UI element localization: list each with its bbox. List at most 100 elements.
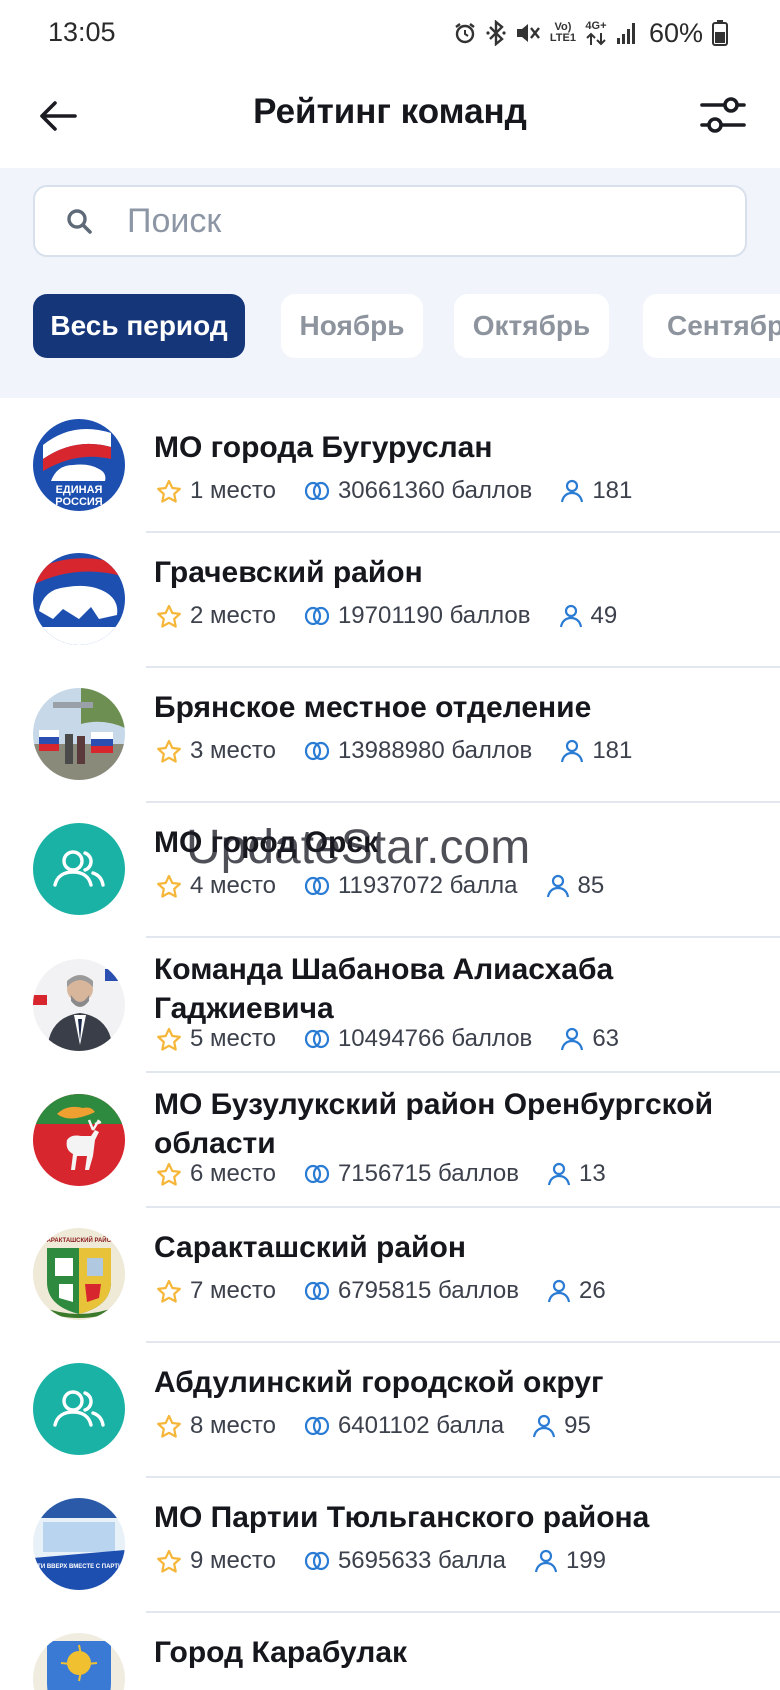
place-stat: 7 место — [156, 1277, 276, 1305]
app-bar: Рейтинг команд — [0, 68, 780, 168]
battery-percent: 60% — [648, 17, 703, 48]
person-icon — [534, 1549, 558, 1573]
team-members: 63 — [592, 1025, 620, 1052]
points-stat: 6795815 баллов — [304, 1277, 519, 1305]
star-icon — [157, 1027, 181, 1051]
star-icon — [157, 1549, 181, 1573]
team-avatar — [33, 1094, 125, 1186]
members-stat: 13 — [547, 1160, 606, 1188]
team-row[interactable]: МО Бузулукский район Оренбургской област… — [0, 1073, 780, 1207]
team-place: 7 место — [190, 1277, 276, 1304]
coins-icon — [304, 1164, 330, 1184]
team-placeholder-icon — [53, 850, 105, 887]
team-avatar — [33, 688, 125, 780]
points-stat: 11937072 балла — [304, 872, 518, 900]
team-avatar — [33, 823, 125, 915]
team-stats: 2 место 19701190 баллов 49 — [156, 601, 617, 631]
coins-icon — [304, 1551, 330, 1571]
status-icons: Vo) LTE1 4G+ 60% — [453, 16, 728, 50]
team-row[interactable]: Команда Шабанова Алиасхаба Гаджиевича 5 … — [0, 938, 780, 1072]
team-place: 1 место — [190, 477, 276, 504]
team-members: 95 — [564, 1412, 591, 1439]
poster-blue-icon: РАСТИ ВВЕРХ ВМЕСТЕ С ПАРТИЕЙ! — [33, 1498, 125, 1590]
members-stat: 49 — [559, 602, 618, 630]
team-row[interactable]: Грачевский район 2 место 19701190 баллов… — [0, 533, 780, 667]
team-stats: 8 место 6401102 балла 95 — [156, 1411, 591, 1441]
person-icon — [547, 1279, 571, 1303]
place-stat: 8 место — [156, 1412, 276, 1440]
team-name: Город Карабулак — [154, 1636, 408, 1669]
team-avatar — [33, 1633, 125, 1690]
coins-icon — [304, 481, 330, 501]
team-row[interactable]: САРАКТАШСКИЙ РАЙОН Саракташский район 7 … — [0, 1208, 780, 1342]
team-points: 6401102 балла — [337, 1412, 505, 1439]
team-name: Абдулинский городской округ — [154, 1366, 604, 1399]
battery-icon — [712, 20, 728, 46]
points-stat: 5695633 балла — [304, 1547, 506, 1575]
search-input[interactable] — [127, 195, 707, 247]
team-row[interactable]: Брянское местное отделение 3 место 13988… — [0, 668, 780, 802]
status-bar: 13:05 Vo) LTE1 4G+ 60% — [0, 0, 780, 68]
team-stats: 4 место 11937072 балла 85 — [156, 871, 604, 901]
signal-icon — [616, 23, 635, 44]
tab-all-period[interactable]: Весь период — [33, 294, 245, 358]
person-icon — [546, 874, 569, 898]
tab-september[interactable]: Сентябрь — [643, 294, 780, 358]
period-tabs: Весь период Ноябрь Октябрь Сентябрь — [33, 294, 780, 358]
filter-button[interactable] — [694, 86, 752, 144]
team-avatar — [33, 553, 125, 645]
sliders-icon — [700, 97, 746, 133]
bear-logo-icon — [33, 553, 125, 645]
page-title: Рейтинг команд — [253, 92, 527, 131]
place-stat: 3 место — [156, 737, 276, 765]
poster-avatar-text: РАСТИ ВВЕРХ ВМЕСТЕ С ПАРТИЕЙ! — [33, 1562, 125, 1570]
team-place: 2 место — [190, 602, 276, 629]
team-points: 7156715 баллов — [337, 1160, 519, 1187]
team-name: Саракташский район — [154, 1231, 466, 1264]
team-row[interactable]: Город Карабулак — [0, 1613, 780, 1690]
person-icon — [561, 1027, 584, 1051]
search-box[interactable] — [33, 185, 747, 257]
team-avatar — [33, 959, 125, 1051]
team-name: Грачевский район — [154, 556, 423, 589]
points-stat: 7156715 баллов — [304, 1160, 519, 1188]
team-members: 49 — [590, 602, 618, 629]
team-name: Брянское местное отделение — [154, 691, 592, 724]
team-name: МО город Орск — [154, 826, 379, 859]
team-avatar: САРАКТАШСКИЙ РАЙОН — [33, 1228, 125, 1320]
person-icon — [561, 739, 584, 763]
search-panel: Весь период Ноябрь Октябрь Сентябрь — [0, 168, 780, 398]
coat-of-arms-saraktash-icon: САРАКТАШСКИЙ РАЙОН — [33, 1228, 125, 1320]
members-stat: 63 — [560, 1025, 619, 1053]
team-avatar: РАСТИ ВВЕРХ ВМЕСТЕ С ПАРТИЕЙ! — [33, 1498, 125, 1590]
points-stat: 19701190 баллов — [304, 602, 531, 630]
members-stat: 26 — [547, 1277, 606, 1305]
tab-october[interactable]: Октябрь — [454, 294, 609, 358]
data-arrows-icon: 4G+ — [585, 19, 607, 46]
coins-icon — [304, 1029, 330, 1049]
volte-icon: Vo) LTE1 — [550, 22, 576, 44]
tab-november[interactable]: Ноябрь — [281, 294, 423, 358]
star-icon — [157, 1279, 181, 1303]
star-icon — [157, 1162, 181, 1186]
team-points: 30661360 баллов — [337, 477, 533, 504]
team-row[interactable]: РАСТИ ВВЕРХ ВМЕСТЕ С ПАРТИЕЙ! МО Партии … — [0, 1478, 780, 1612]
team-row[interactable]: Абдулинский городской округ 8 место 6401… — [0, 1343, 780, 1477]
place-stat: 1 место — [156, 477, 276, 505]
person-icon — [533, 1414, 556, 1438]
alarm-icon — [455, 23, 475, 44]
coat-of-arms-karabulak-icon — [33, 1633, 125, 1690]
status-time: 13:05 — [48, 17, 116, 47]
coins-icon — [304, 741, 330, 761]
volte-bottom-label: LTE1 — [549, 32, 576, 44]
coins-icon — [304, 876, 330, 896]
star-icon — [157, 604, 181, 628]
team-name: МО Партии Тюльганского района — [154, 1501, 650, 1534]
team-place: 9 место — [190, 1547, 276, 1574]
star-icon — [157, 874, 181, 898]
team-row[interactable]: ЕДИНАЯ РОССИЯ МО города Бугуруслан 1 мес… — [0, 398, 780, 532]
team-row[interactable]: МО город Орск 4 место 11937072 балла 85 — [0, 803, 780, 937]
place-stat: 9 место — [156, 1547, 276, 1575]
photo-flags-icon — [33, 688, 125, 780]
network-gen-label: 4G+ — [585, 19, 607, 32]
